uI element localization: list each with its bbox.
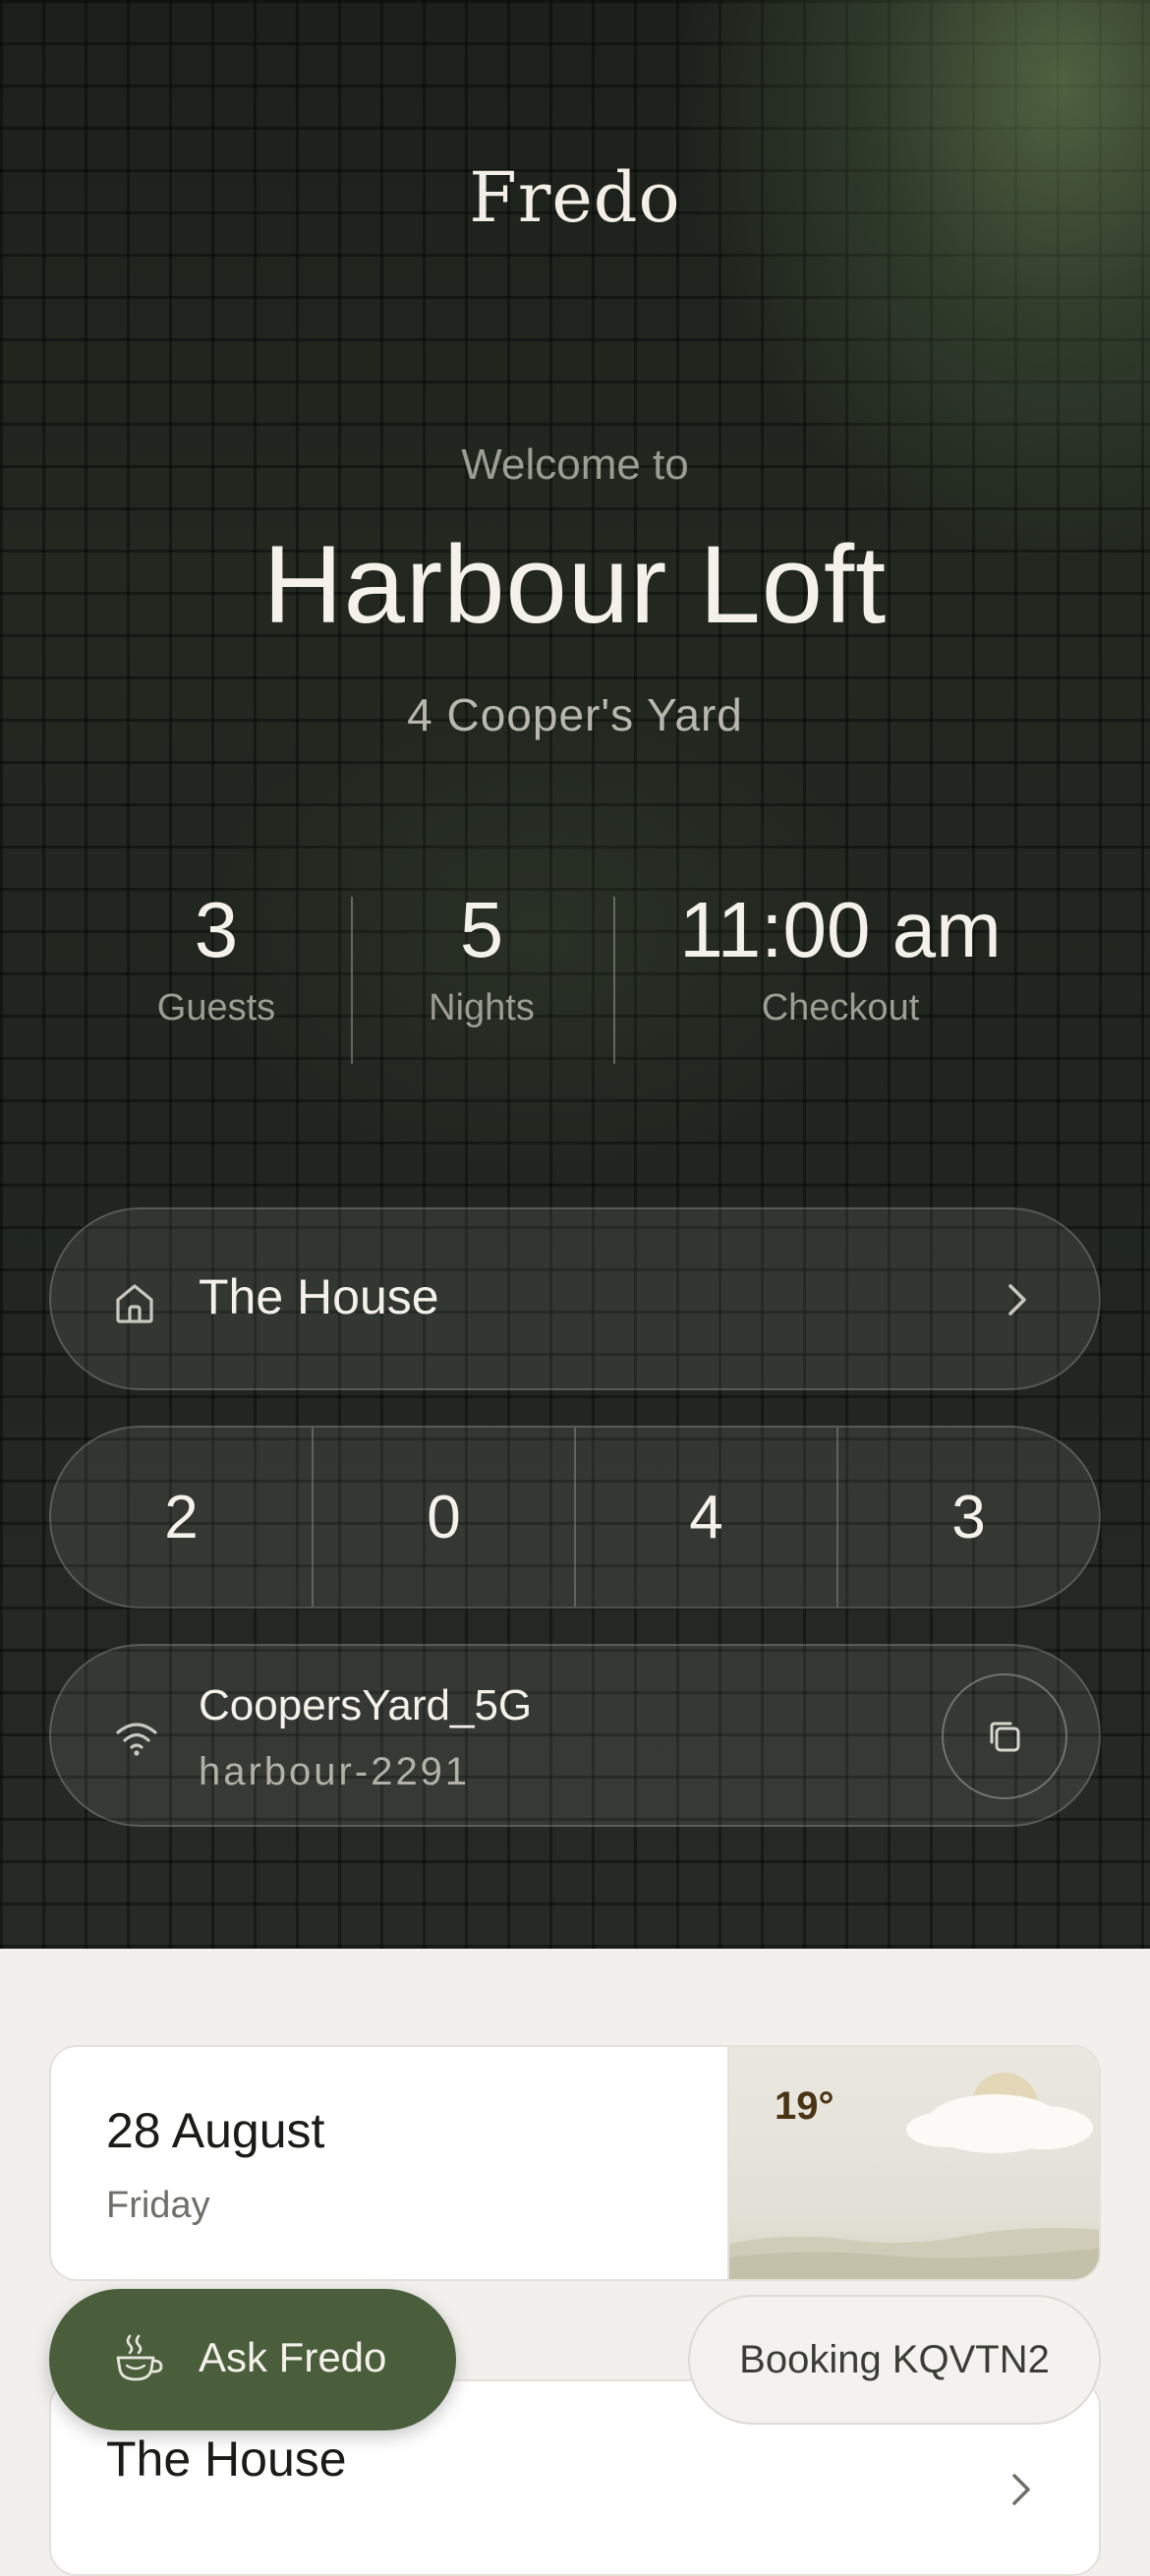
wifi-network-name: CoopersYard_5G — [199, 1681, 533, 1729]
stat-checkout-label: Checkout — [761, 987, 920, 1028]
copy-icon — [990, 1722, 1020, 1752]
partly-cloudy-icon — [729, 2073, 1099, 2279]
stat-nights: 5 Nights — [383, 885, 580, 1029]
chevron-right-icon — [1012, 2474, 1030, 2505]
stat-checkout-value: 11:00 am — [679, 886, 1002, 973]
date-weather-card: 28 August Friday 19° — [49, 2045, 1101, 2281]
stat-guests-value: 3 — [194, 886, 239, 973]
stat-guests: 3 Guests — [118, 885, 315, 1029]
welcome-intro: Welcome to — [461, 440, 689, 489]
door-code-digit: 0 — [314, 1428, 576, 1607]
stay-stats: 3 Guests 5 Nights 11:00 am Checkout — [0, 885, 1150, 1072]
stat-guests-label: Guests — [156, 987, 276, 1028]
booking-reference-button[interactable]: Booking KQVTN2 — [688, 2295, 1101, 2425]
door-code: 2 0 4 3 — [49, 1426, 1101, 1609]
weather-panel: 19° — [727, 2047, 1099, 2279]
wifi-icon — [116, 1723, 157, 1756]
ask-fredo-button[interactable]: Ask Fredo — [49, 2289, 456, 2430]
stat-divider — [351, 897, 353, 1064]
property-name: Harbour Loft — [262, 523, 888, 646]
door-code-digit: 4 — [576, 1428, 838, 1607]
door-code-digit: 3 — [951, 1483, 986, 1551]
stat-nights-label: Nights — [429, 987, 535, 1028]
brand-logo: Fredo — [469, 157, 681, 238]
the-house-label: The House — [199, 1269, 439, 1324]
coffee-cup-icon — [116, 2334, 163, 2381]
hero-section: Fredo Welcome to Harbour Loft 4 Cooper's… — [0, 0, 1150, 1949]
wifi-card: CoopersYard_5G harbour-2291 — [49, 1644, 1101, 1827]
copy-password-button[interactable] — [942, 1673, 1067, 1799]
ask-fredo-label: Ask Fredo — [199, 2334, 387, 2380]
the-house-card-title: The House — [106, 2431, 347, 2487]
wifi-password: harbour-2291 — [199, 1750, 471, 1793]
property-address: 4 Cooper's Yard — [407, 689, 743, 740]
current-date: 28 August — [106, 2103, 325, 2158]
stat-checkout: 11:00 am Checkout — [649, 885, 1032, 1029]
door-code-digit: 2 — [51, 1428, 314, 1607]
current-weekday: Friday — [106, 2185, 210, 2226]
stat-nights-value: 5 — [459, 886, 504, 973]
house-icon — [116, 1284, 153, 1323]
temperature: 19° — [775, 2084, 834, 2128]
the-house-button[interactable]: The House — [49, 1207, 1101, 1390]
stat-divider — [613, 897, 615, 1064]
chevron-right-icon — [1008, 1284, 1026, 1316]
